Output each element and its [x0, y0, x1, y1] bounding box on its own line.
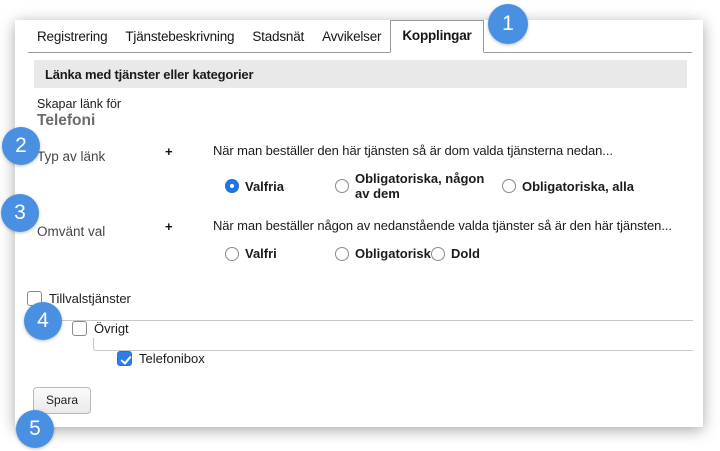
tab-kopplingar[interactable]: Kopplingar: [390, 20, 483, 53]
annotation-badge-4: 4: [24, 302, 62, 340]
section-typ-av-lank: Typ av länk + När man beställer den här …: [37, 143, 703, 201]
radio-option-obligatoriska-nagon[interactable]: Obligatoriska, någon av dem: [335, 171, 502, 201]
tree-branch-line: [47, 308, 693, 321]
radio-label[interactable]: Obligatoriska, någon av dem: [355, 171, 502, 201]
checkbox-icon[interactable]: [117, 351, 132, 366]
section-omvant-val-label: Omvänt val: [37, 218, 165, 261]
section-omvant-val-description: När man beställer någon av nedanstående …: [213, 218, 703, 233]
section-typ-av-lank-label: Typ av länk: [37, 143, 165, 201]
radio-label[interactable]: Valfria: [245, 179, 284, 194]
expand-plus-icon[interactable]: +: [165, 143, 213, 201]
section-typ-av-lank-description: När man beställer den här tjänsten så är…: [213, 143, 703, 158]
section-omvant-val: Omvänt val + När man beställer någon av …: [37, 218, 703, 261]
radio-option-valfri[interactable]: Valfri: [225, 246, 335, 261]
tab-bar: Registrering Tjänstebeskrivning Stadsnät…: [28, 20, 692, 53]
tab-stadsnat[interactable]: Stadsnät: [243, 22, 313, 52]
radio-icon[interactable]: [335, 179, 349, 193]
radio-option-dold[interactable]: Dold: [431, 246, 480, 261]
tree-item-label[interactable]: Tillvalstjänster: [49, 291, 131, 306]
radio-icon[interactable]: [431, 247, 445, 261]
section-header-title: Länka med tjänster eller kategorier: [45, 67, 253, 82]
subject-name: Telefoni: [37, 112, 703, 130]
radio-label[interactable]: Obligatorisk: [355, 246, 431, 261]
radio-label[interactable]: Obligatoriska, alla: [522, 179, 634, 194]
tab-avvikelser[interactable]: Avvikelser: [313, 22, 390, 52]
radio-label[interactable]: Dold: [451, 246, 480, 261]
section-header-bar: Länka med tjänster eller kategorier: [34, 60, 687, 88]
checkbox-icon[interactable]: [72, 321, 87, 336]
service-category-tree: Tillvalstjänster Övrigt Telefonibox: [15, 291, 703, 366]
annotation-badge-5: 5: [16, 410, 54, 448]
radio-icon[interactable]: [502, 179, 516, 193]
tab-tjanstebeskrivning[interactable]: Tjänstebeskrivning: [116, 22, 243, 52]
radio-option-valfria[interactable]: Valfria: [225, 179, 335, 194]
link-subject: Skapar länk för Telefoni: [37, 97, 703, 130]
tree-branch-line: [93, 338, 693, 351]
tree-item-tillvalstjanster[interactable]: Tillvalstjänster: [27, 291, 703, 306]
save-button[interactable]: Spara: [33, 387, 91, 414]
annotation-badge-3: 3: [1, 194, 39, 232]
page: Registrering Tjänstebeskrivning Stadsnät…: [0, 0, 720, 451]
annotation-badge-2: 2: [2, 127, 40, 165]
content-panel: Registrering Tjänstebeskrivning Stadsnät…: [15, 20, 703, 427]
radio-option-obligatorisk[interactable]: Obligatorisk: [335, 246, 431, 261]
subject-label: Skapar länk för: [37, 97, 703, 111]
tree-item-label[interactable]: Telefonibox: [139, 351, 205, 366]
tree-item-ovrigt[interactable]: Övrigt: [72, 321, 703, 336]
tab-registrering[interactable]: Registrering: [28, 22, 116, 52]
annotation-badge-1: 1: [488, 4, 528, 44]
tree-item-telefonibox[interactable]: Telefonibox: [117, 351, 703, 366]
omvant-val-radio-group: Valfri Obligatorisk Dold: [225, 246, 703, 261]
expand-plus-icon[interactable]: +: [165, 218, 213, 261]
radio-icon[interactable]: [335, 247, 349, 261]
tree-item-label[interactable]: Övrigt: [94, 321, 129, 336]
radio-icon[interactable]: [225, 179, 239, 193]
radio-icon[interactable]: [225, 247, 239, 261]
radio-option-obligatoriska-alla[interactable]: Obligatoriska, alla: [502, 179, 634, 194]
radio-label[interactable]: Valfri: [245, 246, 277, 261]
typ-av-lank-radio-group: Valfria Obligatoriska, någon av dem Obli…: [225, 171, 703, 201]
